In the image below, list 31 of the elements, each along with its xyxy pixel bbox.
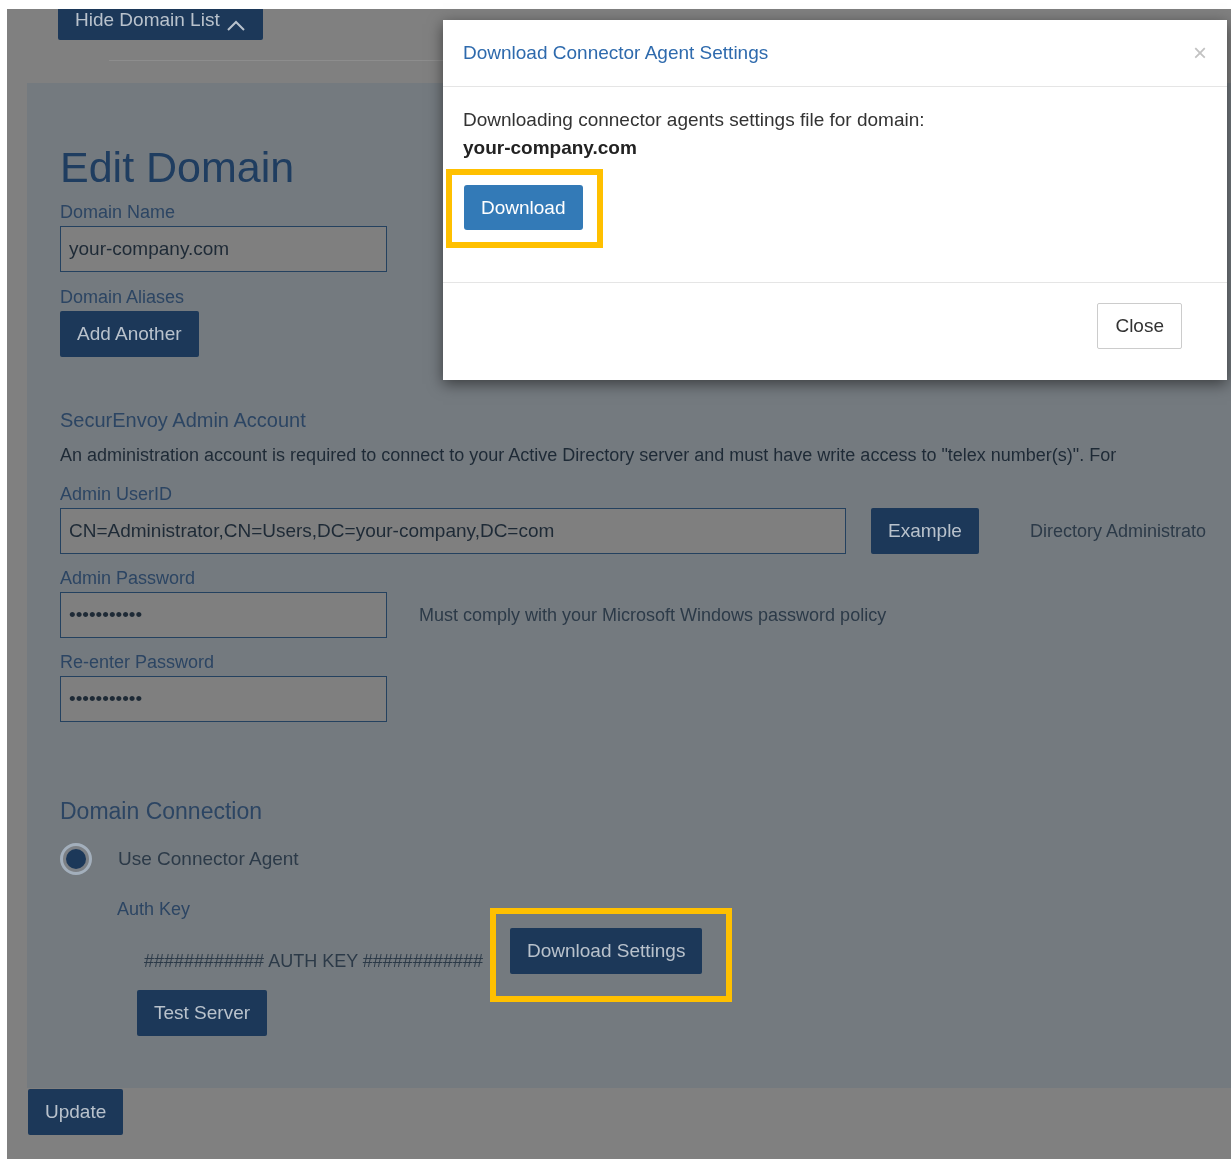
auth-key-text: ############ AUTH KEY ############: [144, 950, 483, 972]
section-heading: Domain Connection: [60, 798, 262, 825]
modal-title: Download Connector Agent Settings: [463, 42, 769, 64]
field-label: Auth Key: [117, 899, 191, 920]
field-label: Domain Aliases: [60, 287, 185, 308]
password-field[interactable]: •••••••••••: [60, 676, 387, 722]
add-another-button[interactable]: Add Another: [60, 311, 199, 357]
example-button[interactable]: Example: [871, 508, 979, 554]
radio-label: Use Connector Agent: [118, 848, 299, 870]
download-button[interactable]: Download: [464, 185, 583, 230]
hint-text: Must comply with your Microsoft Windows password policy: [419, 604, 887, 626]
field-label: Domain Name: [60, 202, 176, 223]
page-title: Edit Domain: [60, 143, 295, 192]
password-field[interactable]: •••••••••••: [60, 592, 387, 638]
test-server-button[interactable]: Test Server: [137, 990, 268, 1036]
hide-domain-list-button[interactable]: Hide Domain List: [58, 9, 263, 40]
hint-text: Directory Administrato: [1029, 520, 1206, 542]
description-text: An administration account is required to connect to your Active Directory server and must have write access to "telex number(s)". For: [60, 445, 1117, 466]
chevron-up-icon: [225, 19, 246, 31]
close-button[interactable]: Close: [1097, 303, 1182, 349]
modal-message: Downloading connector agents settings file for domain:: [463, 109, 925, 131]
domain-text: your-company.com: [463, 137, 637, 159]
section-heading: SecurEnvoy Admin Account: [60, 409, 306, 432]
download-settings-button[interactable]: Download Settings: [509, 928, 703, 974]
field-label: Admin Password: [60, 568, 196, 589]
domain-name-field[interactable]: your-company.com: [60, 226, 387, 272]
field-label: Re-enter Password: [60, 652, 215, 673]
update-button[interactable]: Update: [28, 1089, 124, 1135]
radio-button[interactable]: [60, 843, 92, 875]
admin-userid-field[interactable]: CN=Administrator,CN=Users,DC=your-company,DC=com: [60, 508, 846, 554]
field-label: Admin UserID: [60, 484, 173, 505]
